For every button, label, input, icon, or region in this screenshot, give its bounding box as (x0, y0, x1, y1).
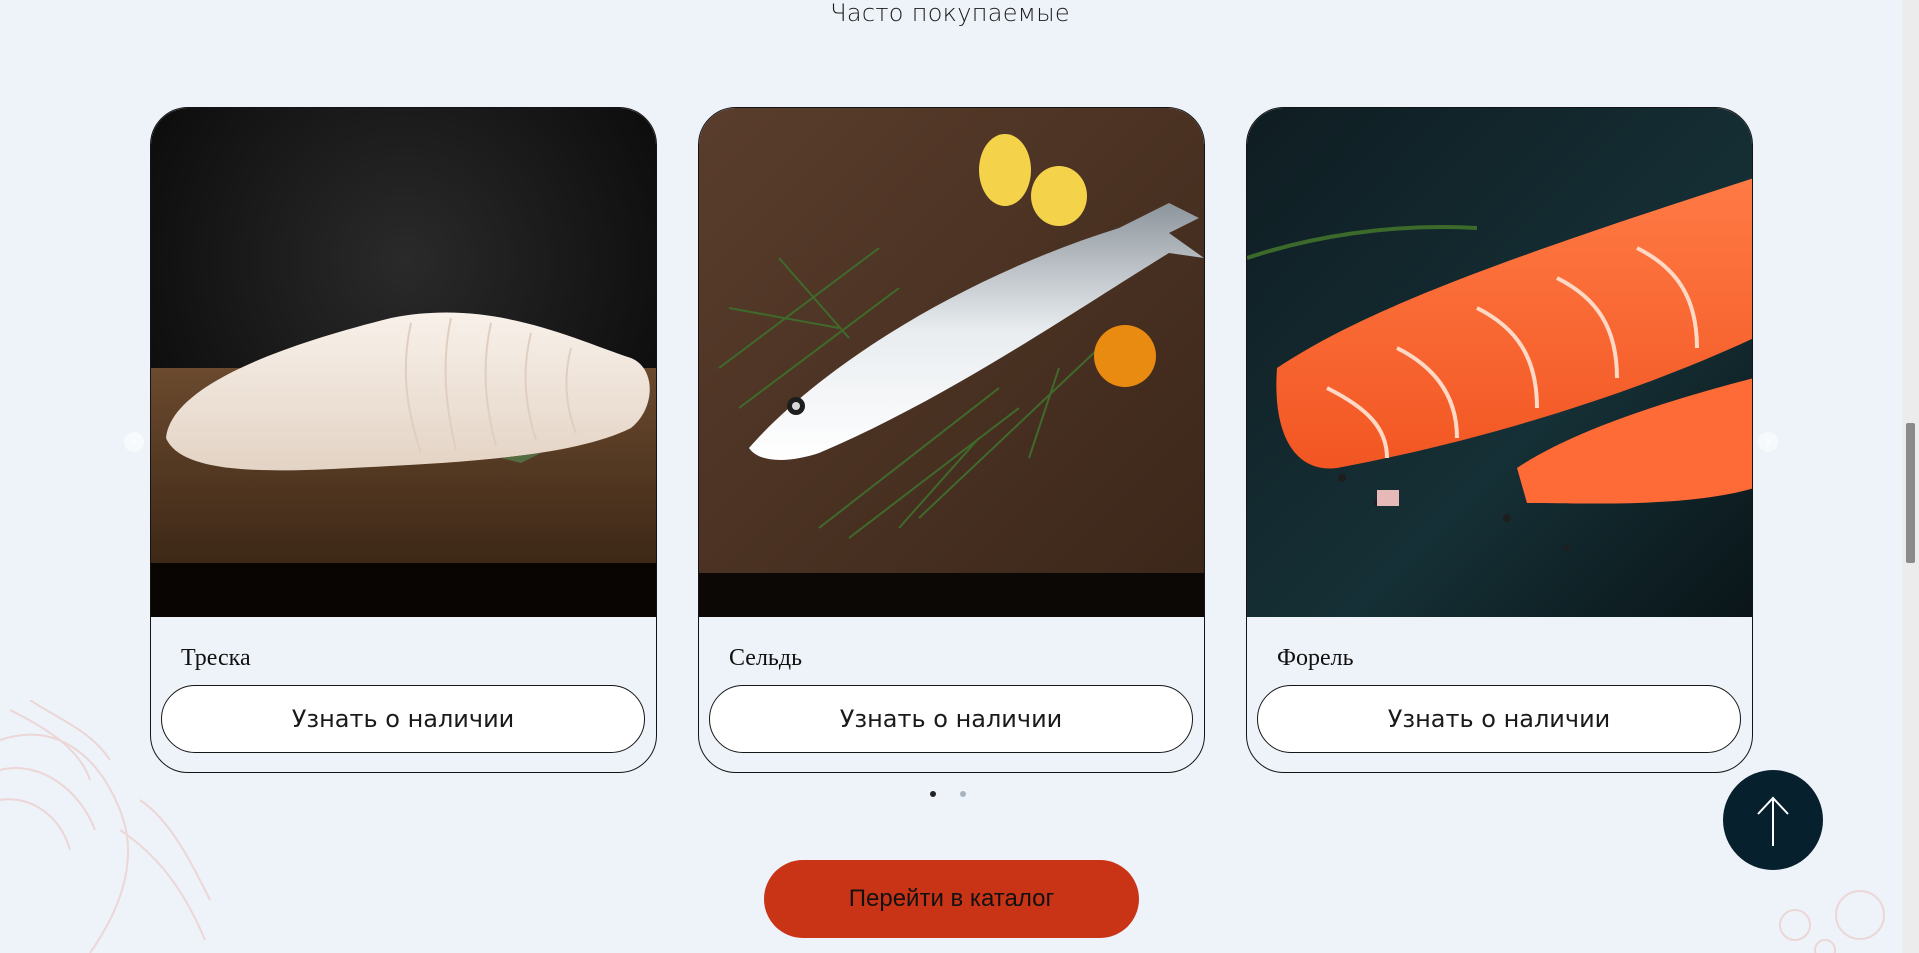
cod-fillet-photo[interactable] (151, 108, 656, 617)
herring-photo[interactable] (699, 108, 1204, 617)
check-availability-button[interactable]: Узнать о наличии (1257, 685, 1741, 753)
carousel-dot-active[interactable] (930, 791, 936, 797)
product-card[interactable]: Форель Узнать о наличии (1246, 107, 1753, 773)
carousel-next-button[interactable]: › (1758, 432, 1778, 452)
product-name: Форель (1277, 645, 1354, 671)
carousel-dot[interactable] (960, 791, 966, 797)
product-name: Сельдь (729, 645, 803, 671)
check-availability-button[interactable]: Узнать о наличии (161, 685, 645, 753)
go-to-catalog-button[interactable]: Перейти в каталог (764, 860, 1139, 938)
product-name: Треска (181, 645, 251, 671)
section-title: Часто покупаемые (830, 0, 1070, 27)
scrollbar-thumb[interactable] (1906, 423, 1915, 563)
carousel-pagination (930, 791, 966, 797)
trout-fillet-photo[interactable] (1247, 108, 1752, 617)
page-scrollbar[interactable] (1902, 0, 1919, 953)
arrow-up-icon (1757, 796, 1789, 846)
chevron-left-icon: ‹ (130, 432, 138, 451)
product-card[interactable]: Треска Узнать о наличии (150, 107, 657, 773)
scroll-to-top-button[interactable] (1723, 770, 1823, 870)
check-availability-button[interactable]: Узнать о наличии (709, 685, 1193, 753)
bubbles-decoration (1779, 890, 1885, 953)
product-card[interactable]: Сельдь Узнать о наличии (698, 107, 1205, 773)
carousel-prev-button[interactable]: ‹ (124, 432, 144, 452)
chevron-right-icon: › (1764, 432, 1772, 451)
